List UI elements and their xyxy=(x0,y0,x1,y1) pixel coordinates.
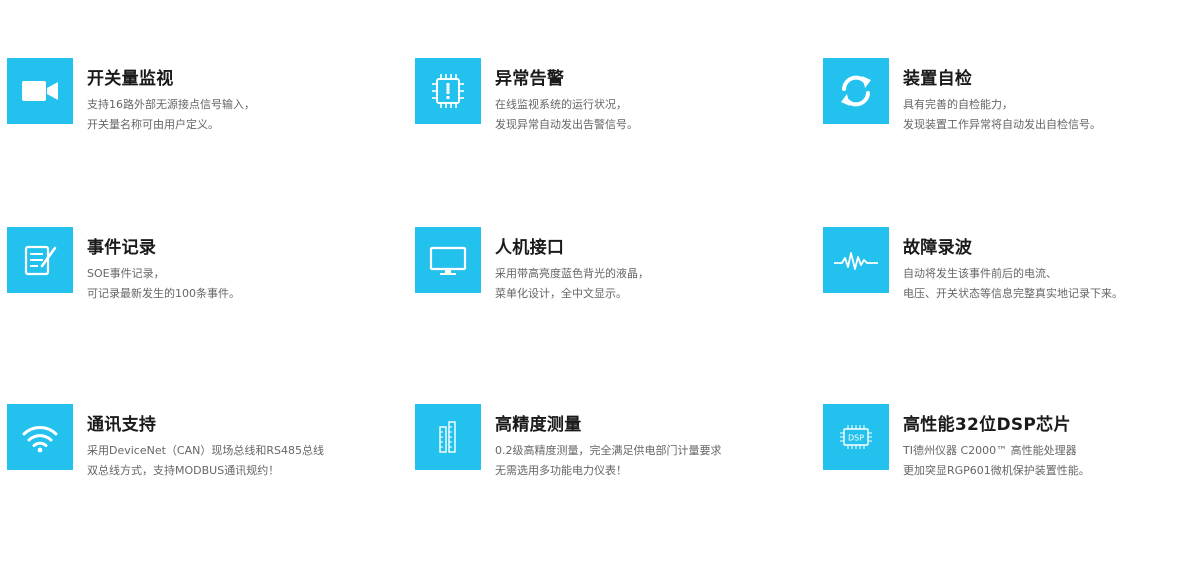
monitor-icon xyxy=(429,246,467,275)
feature-description-line: 电压、开关状态等信息完整真实地记录下来。 xyxy=(903,287,1123,300)
feature-icon-box xyxy=(7,227,73,293)
feature-description-line: 自动将发生该事件前后的电流、 xyxy=(903,267,1057,280)
chip-alert-icon xyxy=(432,74,464,108)
feature-card-precision-measurement: 高精度测量 0.2级高精度测量，完全满足供电部门计量要求 无需选用多功能电力仪表… xyxy=(415,404,795,477)
feature-description-line: 更加突显RGP601微机保护装置性能。 xyxy=(903,464,1090,477)
feature-description-line: 双总线方式，支持MODBUS通讯规约！ xyxy=(87,464,280,477)
feature-title: 装置自检 xyxy=(903,69,973,89)
feature-title: 高精度测量 xyxy=(495,415,582,435)
feature-description-line: 菜单化设计，全中文显示。 xyxy=(495,287,627,300)
refresh-icon xyxy=(841,75,871,107)
feature-description-line: TI德州仪器 C2000™ 高性能处理器 xyxy=(903,444,1077,457)
feature-title: 事件记录 xyxy=(87,238,157,258)
feature-icon-box xyxy=(7,404,73,470)
waveform-icon xyxy=(834,252,878,270)
feature-description-line: SOE事件记录， xyxy=(87,267,165,280)
feature-description-line: 具有完善的自检能力， xyxy=(903,98,1013,111)
feature-description-line: 在线监视系统的运行状况， xyxy=(495,98,627,111)
feature-title: 通讯支持 xyxy=(87,415,157,435)
feature-title: 异常告警 xyxy=(495,69,565,89)
feature-description-line: 发现异常自动发出告警信号。 xyxy=(495,118,638,131)
feature-icon-box xyxy=(415,404,481,470)
feature-description-line: 支持16路外部无源接点信号输入， xyxy=(87,98,255,111)
feature-icon-box xyxy=(415,58,481,124)
feature-card-communication: 通讯支持 采用DeviceNet（CAN）现场总线和RS485总线 双总线方式，… xyxy=(7,404,387,477)
feature-description-line: 采用带高亮度蓝色背光的液晶， xyxy=(495,267,649,280)
feature-description-line: 0.2级高精度测量，完全满足供电部门计量要求 xyxy=(495,444,722,457)
feature-card-abnormal-alarm: 异常告警 在线监视系统的运行状况， 发现异常自动发出告警信号。 xyxy=(415,58,795,131)
feature-description-line: 无需选用多功能电力仪表！ xyxy=(495,464,627,477)
feature-title: 故障录波 xyxy=(903,238,973,258)
feature-title: 人机接口 xyxy=(495,238,565,258)
feature-card-self-check: 装置自检 具有完善的自检能力， 发现装置工作异常将自动发出自检信号。 xyxy=(823,58,1200,131)
feature-icon-box xyxy=(823,58,889,124)
feature-card-switch-monitoring: 开关量监视 支持16路外部无源接点信号输入， 开关量名称可由用户定义。 xyxy=(7,58,387,131)
feature-description-line: 采用DeviceNet（CAN）现场总线和RS485总线 xyxy=(87,444,324,457)
wifi-icon xyxy=(22,426,58,453)
event-record-icon xyxy=(24,245,57,276)
feature-title: 高性能32位DSP芯片 xyxy=(903,415,1071,435)
feature-icon-box: DSP xyxy=(823,404,889,470)
video-camera-icon xyxy=(22,81,58,101)
feature-icon-box xyxy=(415,227,481,293)
dsp-chip-label: DSP xyxy=(848,434,864,443)
feature-description-line: 开关量名称可由用户定义。 xyxy=(87,118,219,131)
feature-description-line: 可记录最新发生的100条事件。 xyxy=(87,287,240,300)
feature-card-fault-recording: 故障录波 自动将发生该事件前后的电流、 电压、开关状态等信息完整真实地记录下来。 xyxy=(823,227,1200,300)
feature-card-hmi: 人机接口 采用带高亮度蓝色背光的液晶， 菜单化设计，全中文显示。 xyxy=(415,227,795,300)
feature-card-event-record: 事件记录 SOE事件记录， 可记录最新发生的100条事件。 xyxy=(7,227,387,300)
feature-card-dsp-chip: DSP 高性能32位DSP芯片 TI德州仪器 C2000™ 高性能处理器 更加突… xyxy=(823,404,1200,477)
feature-icon-box xyxy=(823,227,889,293)
feature-icon-box xyxy=(7,58,73,124)
ruler-icon xyxy=(439,421,456,453)
dsp-chip-icon: DSP xyxy=(840,425,872,449)
feature-title: 开关量监视 xyxy=(87,69,174,89)
feature-description-line: 发现装置工作异常将自动发出自检信号。 xyxy=(903,118,1101,131)
